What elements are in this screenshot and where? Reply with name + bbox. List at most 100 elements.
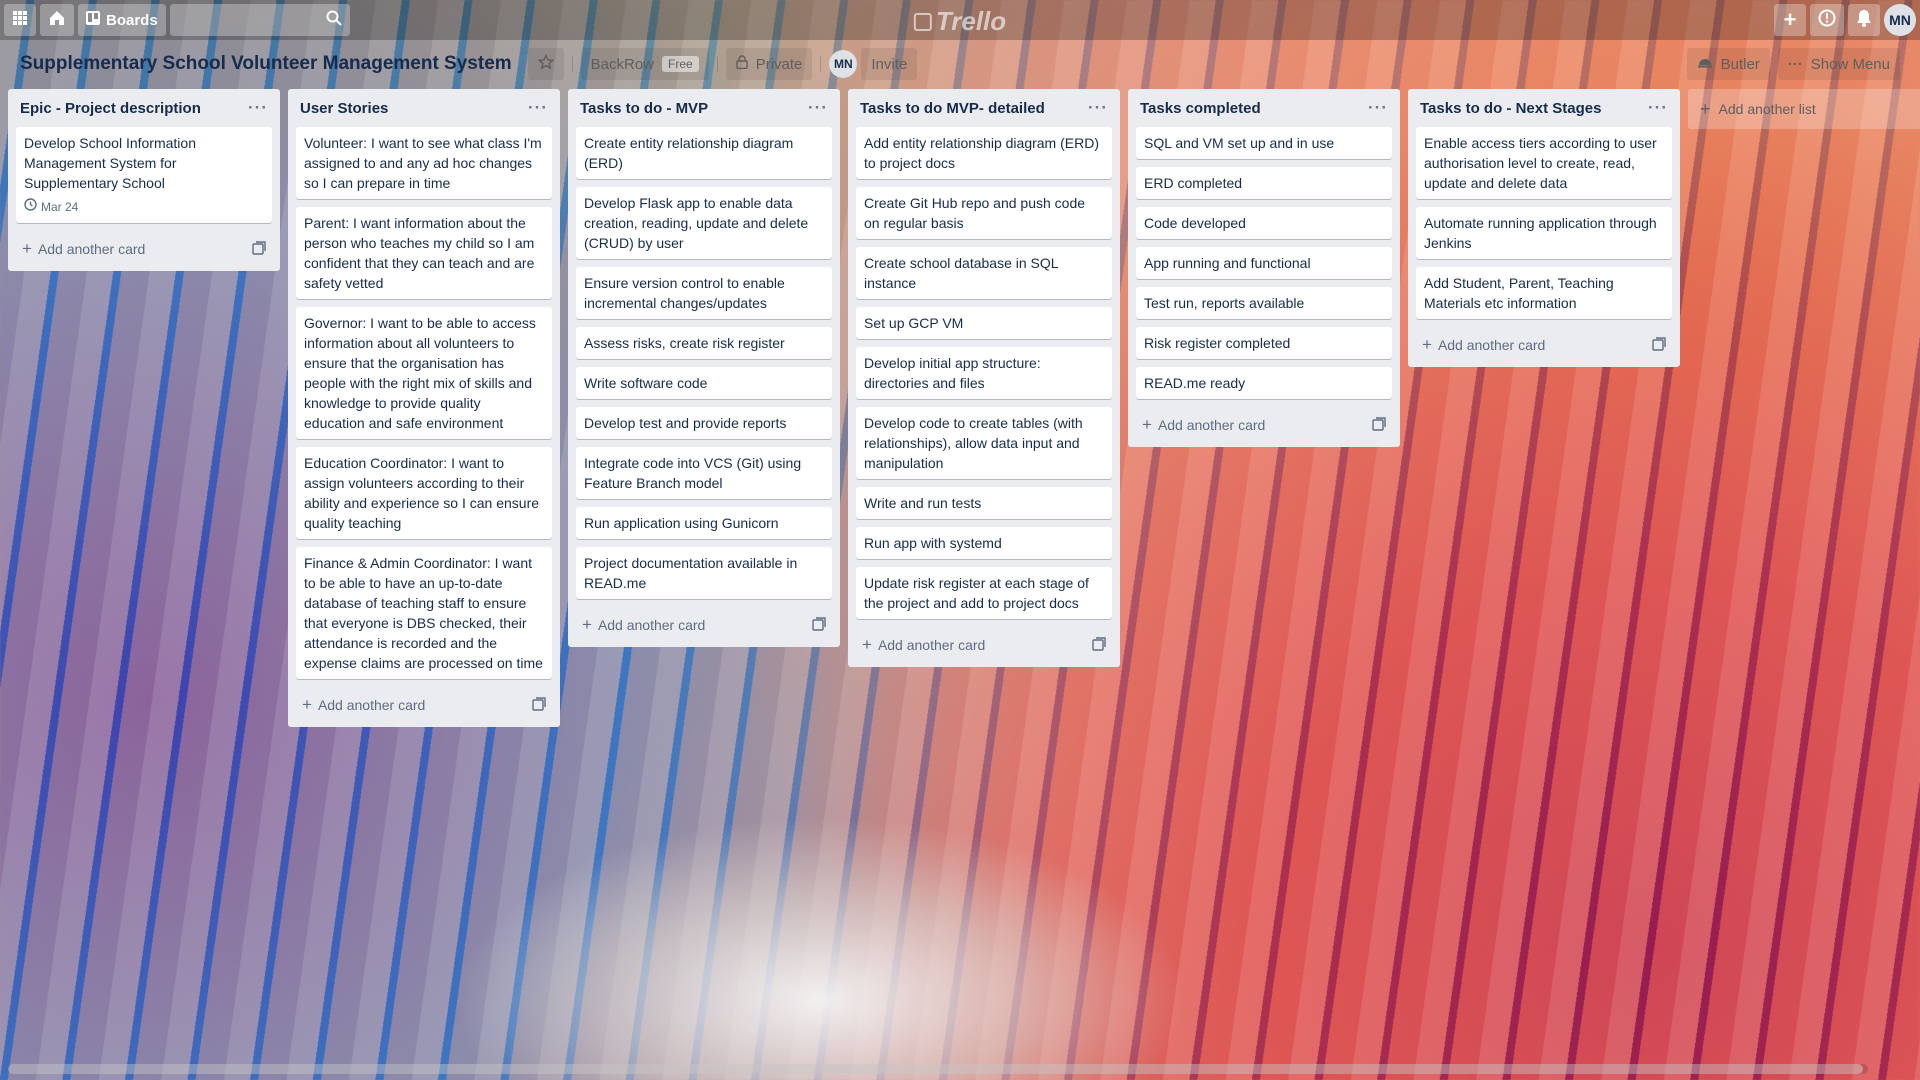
search-icon [326, 10, 342, 31]
more-icon[interactable]: ··· [248, 98, 268, 118]
card[interactable]: App running and functional [1136, 247, 1392, 279]
add-card-label-wrap: + Add another card [1422, 335, 1545, 355]
star-button[interactable] [527, 48, 564, 80]
card[interactable]: Write and run tests [856, 487, 1112, 519]
add-card-button[interactable]: + Add another card [16, 231, 272, 267]
avatar-initials: MN [1889, 12, 1911, 28]
card[interactable]: Code developed [1136, 207, 1392, 239]
list-header: Tasks to do MVP- detailed ··· [856, 89, 1112, 127]
card-title: Volunteer: I want to see what class I'm … [304, 135, 542, 191]
card[interactable]: Test run, reports available [1136, 287, 1392, 319]
card[interactable]: Develop Flask app to enable data creatio… [576, 187, 832, 259]
card[interactable]: Risk register completed [1136, 327, 1392, 359]
card-template-icon[interactable] [252, 240, 266, 258]
list-title[interactable]: User Stories [300, 100, 388, 117]
card-template-icon[interactable] [1372, 416, 1386, 434]
add-card-button[interactable]: + Add another card [296, 687, 552, 723]
list-title[interactable]: Tasks to do - MVP [580, 100, 708, 117]
card[interactable]: Create Git Hub repo and push code on reg… [856, 187, 1112, 239]
header-divider [571, 56, 573, 72]
card[interactable]: Update risk register at each stage of th… [856, 567, 1112, 619]
card[interactable]: Governor: I want to be able to access in… [296, 307, 552, 439]
trello-logo[interactable]: Trello [913, 6, 1007, 37]
card[interactable]: SQL and VM set up and in use [1136, 127, 1392, 159]
card[interactable]: Run app with systemd [856, 527, 1112, 559]
card-title: Run app with systemd [864, 535, 1002, 551]
board-member-avatar[interactable]: MN [829, 50, 858, 78]
bell-icon [1856, 9, 1872, 31]
visibility-button[interactable]: Private [725, 48, 813, 80]
add-card-label: Add another card [877, 637, 986, 653]
grid-icon [12, 10, 28, 30]
add-card-button[interactable]: + Add another card [576, 607, 832, 643]
card[interactable]: Automate running application through Jen… [1416, 207, 1672, 259]
card-title: Risk register completed [1144, 335, 1291, 351]
list-title[interactable]: Tasks to do MVP- detailed [860, 100, 1045, 117]
list-title[interactable]: Tasks to do - Next Stages [1420, 100, 1601, 117]
more-icon[interactable]: ··· [1088, 98, 1108, 118]
horizontal-scrollbar[interactable] [8, 1064, 1868, 1074]
card[interactable]: Create school database in SQL instance [856, 247, 1112, 299]
list-header: Tasks completed ··· [1136, 89, 1392, 127]
card-title: Integrate code into VCS (Git) using Feat… [584, 455, 802, 491]
home-button[interactable] [40, 4, 74, 36]
add-card-button[interactable]: + Add another card [856, 627, 1112, 663]
more-icon[interactable]: ··· [808, 98, 828, 118]
butler-button[interactable]: Butler [1686, 48, 1770, 80]
info-button[interactable] [1810, 4, 1844, 36]
add-card-button[interactable]: + Add another card [1416, 327, 1672, 363]
add-card-label-wrap: + Add another card [302, 695, 425, 715]
card[interactable]: Add Student, Parent, Teaching Materials … [1416, 267, 1672, 319]
card[interactable]: Run application using Gunicorn [576, 507, 832, 539]
invite-button[interactable]: Invite [861, 48, 918, 80]
list: Epic - Project description ··· Develop Sch… [8, 89, 280, 271]
card[interactable]: Develop School Information Management Sy… [16, 127, 272, 223]
notifications-button[interactable] [1848, 4, 1880, 36]
show-menu-button[interactable]: ··· Show Menu [1777, 48, 1900, 80]
boards-button[interactable]: Boards [78, 4, 166, 36]
search-input[interactable] [169, 4, 350, 36]
card-template-icon[interactable] [1092, 636, 1106, 654]
add-card-button[interactable]: + Add another card [1136, 407, 1392, 443]
list-title[interactable]: Tasks completed [1140, 100, 1261, 117]
board-title[interactable]: Supplementary School Volunteer Managemen… [20, 53, 512, 75]
card[interactable]: Volunteer: I want to see what class I'm … [296, 127, 552, 199]
card[interactable]: Finance & Admin Coordinator: I want to b… [296, 547, 552, 679]
card[interactable]: Add entity relationship diagram (ERD) to… [856, 127, 1112, 179]
card[interactable]: READ.me ready [1136, 367, 1392, 399]
more-icon[interactable]: ··· [1368, 98, 1388, 118]
card-template-icon[interactable] [812, 616, 826, 634]
card[interactable]: Integrate code into VCS (Git) using Feat… [576, 447, 832, 499]
more-icon[interactable]: ··· [1648, 98, 1668, 118]
card[interactable]: Write software code [576, 367, 832, 399]
card[interactable]: ERD completed [1136, 167, 1392, 199]
card[interactable]: Develop code to create tables (with rela… [856, 407, 1112, 479]
create-button[interactable]: + [1774, 4, 1806, 36]
card[interactable]: Set up GCP VM [856, 307, 1112, 339]
team-button[interactable]: BackRow Free [580, 48, 709, 80]
list-title[interactable]: Epic - Project description [20, 100, 201, 117]
card-title: Assess risks, create risk register [584, 335, 785, 351]
list: Tasks completed ··· SQL and VM set up and … [1128, 89, 1400, 447]
card[interactable]: Develop test and provide reports [576, 407, 832, 439]
card-title: Code developed [1144, 215, 1246, 231]
card[interactable]: Ensure version control to enable increme… [576, 267, 832, 319]
card[interactable]: Enable access tiers according to user au… [1416, 127, 1672, 199]
card[interactable]: Develop initial app structure: directori… [856, 347, 1112, 399]
card[interactable]: Assess risks, create risk register [576, 327, 832, 359]
card-template-icon[interactable] [1652, 336, 1666, 354]
card[interactable]: Create entity relationship diagram (ERD) [576, 127, 832, 179]
apps-grid-button[interactable] [4, 4, 36, 36]
add-list-button[interactable]: + Add another list [1688, 89, 1920, 129]
card-title: Ensure version control to enable increme… [584, 275, 785, 311]
list-header: Tasks to do - MVP ··· [576, 89, 832, 127]
more-icon[interactable]: ··· [528, 98, 548, 118]
header-divider [820, 56, 822, 72]
logo-text: Trello [935, 6, 1007, 36]
card[interactable]: Project documentation available in READ.… [576, 547, 832, 599]
user-avatar[interactable]: MN [1884, 4, 1916, 36]
scrollbar-thumb[interactable] [8, 1064, 1863, 1074]
card[interactable]: Parent: I want information about the per… [296, 207, 552, 299]
card-template-icon[interactable] [532, 696, 546, 714]
card[interactable]: Education Coordinator: I want to assign … [296, 447, 552, 539]
